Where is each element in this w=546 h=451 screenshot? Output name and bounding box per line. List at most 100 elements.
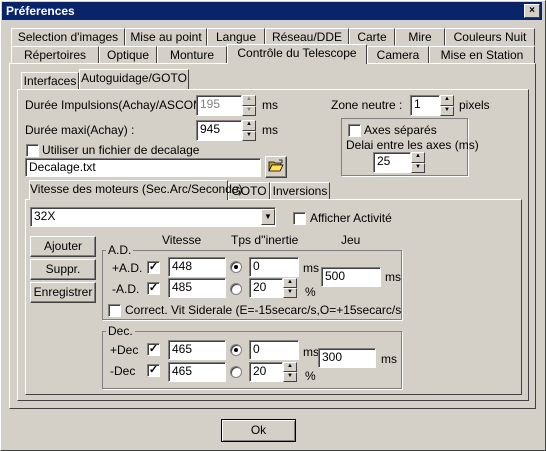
- speed-select[interactable]: 32X: [30, 207, 276, 227]
- tab-monture[interactable]: Monture: [157, 46, 227, 64]
- tab-label: Réseau/DDE: [271, 30, 343, 44]
- down-icon: ▼: [246, 107, 252, 113]
- tab-controle-telescope[interactable]: Contrôle du Telescope: [227, 44, 367, 64]
- down-icon: ▼: [287, 373, 293, 379]
- down-icon: ▼: [444, 107, 450, 113]
- ad-minus-checkbox[interactable]: ✓: [147, 282, 160, 295]
- ad-plus-checkbox[interactable]: ✓: [147, 261, 160, 274]
- duree-impulsions-down[interactable]: ▼: [242, 106, 256, 116]
- zone-neutre-unit: pixels: [459, 98, 490, 112]
- zone-neutre-down[interactable]: ▼: [440, 106, 454, 116]
- dec-plus-tps-input[interactable]: 0: [249, 340, 299, 360]
- tab-label: Optique: [106, 48, 150, 62]
- ad-minus-tps-input[interactable]: 20: [249, 278, 283, 298]
- duree-impulsions-up[interactable]: ▲: [242, 95, 256, 106]
- zone-neutre-up[interactable]: ▲: [440, 95, 454, 106]
- dec-minus-radio[interactable]: [230, 366, 242, 378]
- enregistrer-button[interactable]: Enregistrer: [30, 282, 96, 303]
- tab-selection-images[interactable]: Selection d'images: [11, 28, 125, 46]
- ad-minus-tps-down[interactable]: ▼: [283, 288, 297, 298]
- tab-camera[interactable]: Camera: [367, 46, 429, 64]
- tab-couleurs-nuit[interactable]: Couleurs Nuit: [445, 28, 535, 46]
- up-icon: ▲: [444, 96, 450, 102]
- ad-minus-tps-up[interactable]: ▲: [283, 278, 297, 288]
- up-icon: ▲: [287, 363, 293, 369]
- subtab-interfaces[interactable]: Interfaces: [21, 72, 79, 90]
- ad-plus-vitesse-input[interactable]: 448: [168, 257, 226, 277]
- dec-plus-checkbox[interactable]: ✓: [147, 343, 160, 356]
- tab-label: Autoguidage/GOTO: [81, 71, 187, 85]
- tab-label: Carte: [357, 30, 387, 44]
- up-icon: ▲: [246, 96, 252, 102]
- tab-label: Vitesse des moteurs (Sec.Arc/Seconde): [30, 182, 243, 196]
- check-icon: ✓: [148, 343, 159, 355]
- check-icon: ✓: [148, 261, 159, 273]
- dec-plus-radio[interactable]: [230, 344, 242, 356]
- subtab-autoguidage-goto[interactable]: Autoguidage/GOTO: [79, 69, 189, 89]
- delai-up[interactable]: ▲: [411, 152, 425, 163]
- innertab-inversions[interactable]: Inversions: [270, 182, 330, 200]
- ad-plus-radio[interactable]: [230, 261, 242, 273]
- speed-select-dropdown[interactable]: ▼: [261, 209, 275, 225]
- suppr-button[interactable]: Suppr.: [30, 259, 96, 280]
- dec-plus-unit: ms: [303, 345, 319, 359]
- dec-plus-label: +Dec: [110, 343, 139, 357]
- ad-jeu-unit: ms: [385, 270, 401, 284]
- dec-minus-tps-input[interactable]: 20: [249, 362, 283, 382]
- title-bar: Préferences: [2, 2, 542, 20]
- innertab-vitesse-moteurs[interactable]: Vitesse des moteurs (Sec.Arc/Seconde): [29, 180, 243, 200]
- ad-minus-radio[interactable]: [230, 283, 242, 295]
- duree-maxi-input[interactable]: 945: [196, 120, 242, 141]
- ad-jeu-input[interactable]: 500: [321, 267, 381, 287]
- tab-label: Mise au point: [130, 30, 202, 44]
- zone-neutre-label: Zone neutre :: [331, 98, 403, 112]
- tab-mire[interactable]: Mire: [395, 28, 445, 46]
- tab-optique[interactable]: Optique: [99, 46, 157, 64]
- up-icon: ▲: [415, 153, 421, 159]
- duree-maxi-down[interactable]: ▼: [242, 131, 256, 141]
- tab-label: Selection d'images: [17, 30, 119, 44]
- ad-plus-tps-input[interactable]: 0: [249, 257, 299, 277]
- ad-minus-label: -A.D.: [112, 282, 140, 296]
- afficher-activite-label: Afficher Activité: [310, 211, 392, 225]
- afficher-activite-checkbox[interactable]: [293, 212, 306, 225]
- axes-separes-checkbox[interactable]: [348, 124, 361, 137]
- utiliser-fichier-checkbox[interactable]: [26, 144, 39, 157]
- ok-button[interactable]: Ok: [221, 419, 296, 442]
- dec-plus-vitesse-input[interactable]: 465: [168, 340, 226, 360]
- dec-minus-tps-up[interactable]: ▲: [283, 362, 297, 372]
- dec-minus-checkbox[interactable]: ✓: [147, 364, 160, 377]
- tab-repertoires[interactable]: Répertoires: [11, 46, 99, 64]
- duree-maxi-label: Durée maxi(Achay) :: [25, 123, 135, 137]
- tab-label: Couleurs Nuit: [453, 30, 527, 44]
- dec-minus-label: -Dec: [110, 364, 136, 378]
- ad-plus-unit: ms: [303, 261, 319, 275]
- fichier-decalage-input[interactable]: Decalage.txt: [25, 158, 261, 177]
- tab-mise-en-station[interactable]: Mise en Station: [429, 46, 535, 64]
- open-file-button[interactable]: [265, 156, 287, 178]
- correct-vit-checkbox[interactable]: [108, 304, 121, 317]
- dec-group-label: Dec.: [106, 324, 135, 338]
- tab-label: Contrôle du Telescope: [237, 46, 357, 60]
- zone-neutre-input[interactable]: 1: [410, 95, 440, 116]
- tab-mise-au-point[interactable]: Mise au point: [125, 28, 207, 46]
- close-button[interactable]: ×: [524, 4, 540, 18]
- ajouter-button[interactable]: Ajouter: [30, 236, 96, 257]
- delai-down[interactable]: ▼: [411, 163, 425, 173]
- duree-maxi-up[interactable]: ▲: [242, 120, 256, 131]
- tab-label: Mire: [408, 30, 432, 44]
- delai-input[interactable]: 25: [373, 152, 411, 173]
- ad-minus-unit: %: [305, 285, 316, 299]
- down-icon: ▼: [287, 289, 293, 295]
- dec-minus-tps-down[interactable]: ▼: [283, 372, 297, 382]
- up-icon: ▲: [246, 121, 252, 127]
- dec-jeu-input[interactable]: 300: [318, 348, 376, 368]
- down-icon: ▼: [246, 132, 252, 138]
- dec-minus-vitesse-input[interactable]: 465: [168, 362, 226, 382]
- duree-impulsions-unit: ms: [262, 98, 278, 112]
- utiliser-fichier-label: Utiliser un fichier de decalage: [42, 143, 200, 157]
- duree-impulsions-input[interactable]: 195: [196, 95, 242, 116]
- ad-minus-vitesse-input[interactable]: 485: [168, 278, 226, 298]
- col-vitesse-header: Vitesse: [162, 233, 202, 247]
- axes-separes-label: Axes séparés: [364, 123, 437, 137]
